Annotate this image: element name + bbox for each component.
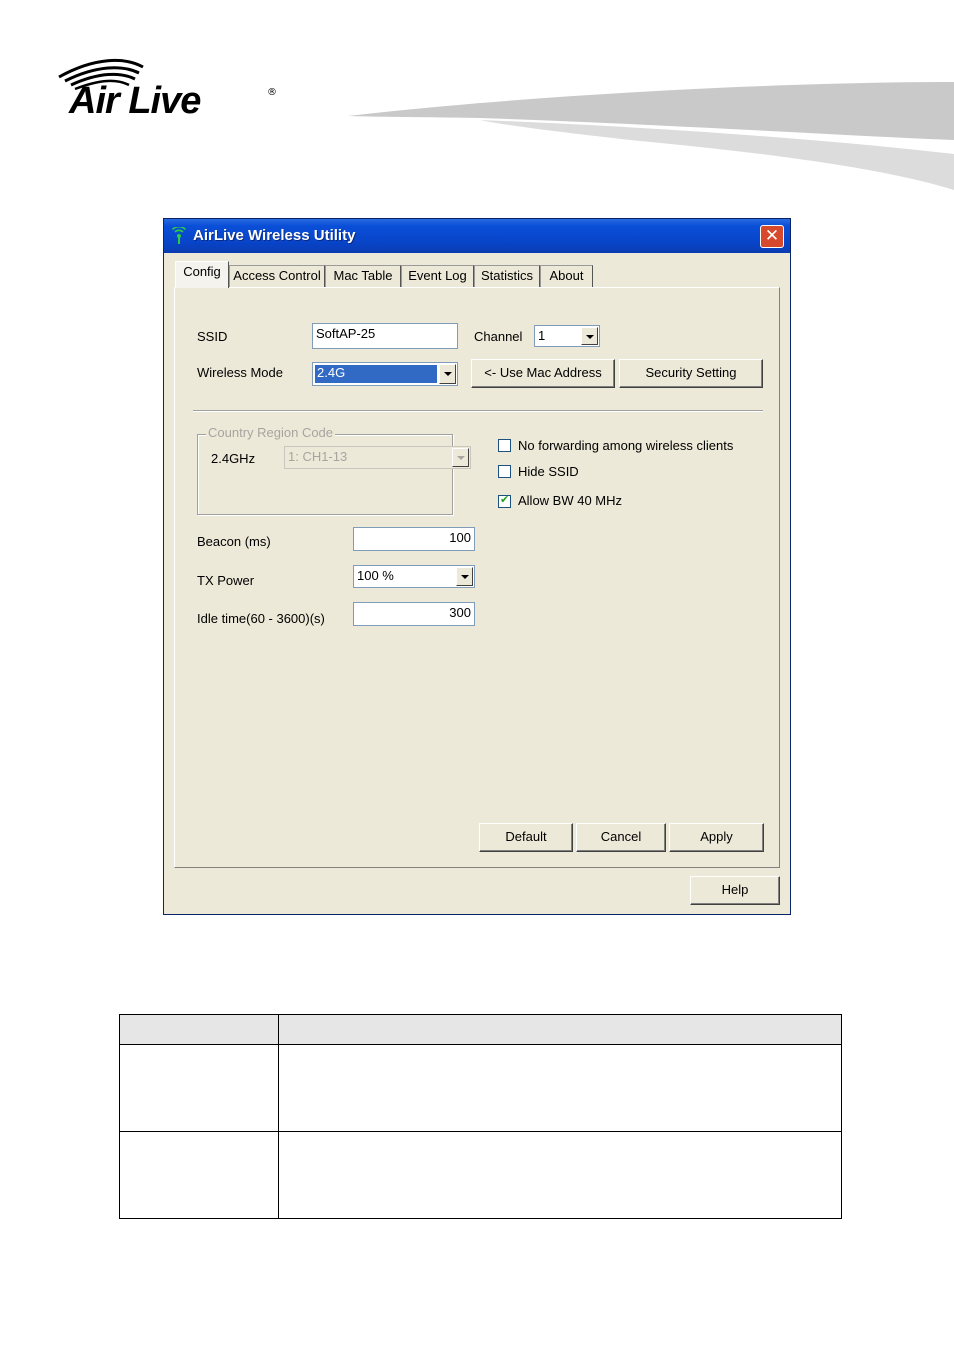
channel-label: Channel <box>474 329 523 344</box>
band-label: 2.4GHz <box>211 451 256 466</box>
svg-text:®: ® <box>267 87 277 98</box>
close-button[interactable]: ✕ <box>760 225 784 248</box>
hide-ssid-label: Hide SSID <box>518 464 579 479</box>
beacon-label: Beacon (ms) <box>197 534 271 549</box>
table-cell <box>119 1044 279 1132</box>
ssid-label: SSID <box>197 329 228 344</box>
tab-mac-table[interactable]: Mac Table <box>325 265 401 287</box>
tab-event-log[interactable]: Event Log <box>401 265 474 287</box>
chevron-down-icon[interactable] <box>581 327 598 345</box>
apply-button[interactable]: Apply <box>669 823 764 852</box>
wireless-mode-value: 2.4G <box>315 365 437 383</box>
beacon-input[interactable]: 100 <box>353 527 475 551</box>
header-swoosh <box>348 82 954 190</box>
cancel-button[interactable]: Cancel <box>576 823 666 852</box>
chevron-down-icon[interactable] <box>456 567 473 586</box>
logo-wordmark: Air Live <box>68 80 201 122</box>
tx-power-select[interactable]: 100 % <box>353 565 475 588</box>
tab-config[interactable]: Config <box>175 261 229 288</box>
default-button[interactable]: Default <box>479 823 573 852</box>
use-mac-address-button[interactable]: <- Use Mac Address <box>471 359 615 388</box>
security-setting-button[interactable]: Security Setting <box>619 359 763 388</box>
wireless-mode-select[interactable]: 2.4G <box>312 362 458 386</box>
table-header-cell <box>119 1014 279 1045</box>
help-button[interactable]: Help <box>690 876 780 905</box>
airlive-utility-window: AirLive Wireless Utility ✕ Config Access… <box>163 218 791 915</box>
chevron-down-icon <box>452 448 469 467</box>
ssid-input[interactable]: SoftAP-25 <box>312 323 458 349</box>
tab-about[interactable]: About <box>540 265 593 287</box>
table-row <box>119 1131 842 1219</box>
tab-access-control[interactable]: Access Control <box>229 265 325 287</box>
idle-time-input[interactable]: 300 <box>353 602 475 626</box>
airlive-logo: Air Live ® <box>58 58 277 122</box>
window-title: AirLive Wireless Utility <box>193 227 356 244</box>
allow-bw-label: Allow BW 40 MHz <box>518 493 623 508</box>
country-region-title: Country Region Code <box>206 425 336 440</box>
table-row <box>119 1044 842 1132</box>
table-cell <box>119 1131 279 1219</box>
no-forwarding-label: No forwarding among wireless clients <box>518 438 734 453</box>
close-icon: ✕ <box>764 226 780 246</box>
tx-power-label: TX Power <box>197 573 255 588</box>
description-table <box>119 1014 842 1219</box>
channel-select[interactable]: 1 <box>534 325 600 347</box>
divider <box>193 410 763 412</box>
idle-time-label: Idle time(60 - 3600)(s) <box>197 611 325 626</box>
table-header-cell <box>278 1014 842 1045</box>
tab-statistics[interactable]: Statistics <box>474 265 540 287</box>
wireless-mode-label: Wireless Mode <box>197 365 283 380</box>
region-select: 1: CH1-13 <box>284 446 471 469</box>
table-cell <box>278 1044 842 1132</box>
title-bar[interactable]: AirLive Wireless Utility ✕ <box>164 219 790 253</box>
region-value: 1: CH1-13 <box>288 449 348 464</box>
no-forwarding-checkbox[interactable] <box>498 439 511 452</box>
table-header-row <box>119 1014 842 1045</box>
wireless-signal-icon <box>171 227 187 244</box>
chevron-down-icon[interactable] <box>439 364 456 384</box>
channel-value: 1 <box>538 328 546 343</box>
hide-ssid-checkbox[interactable] <box>498 465 511 478</box>
allow-bw-checkbox[interactable] <box>498 493 511 508</box>
table-cell <box>278 1131 842 1219</box>
tx-power-value: 100 % <box>357 568 394 583</box>
